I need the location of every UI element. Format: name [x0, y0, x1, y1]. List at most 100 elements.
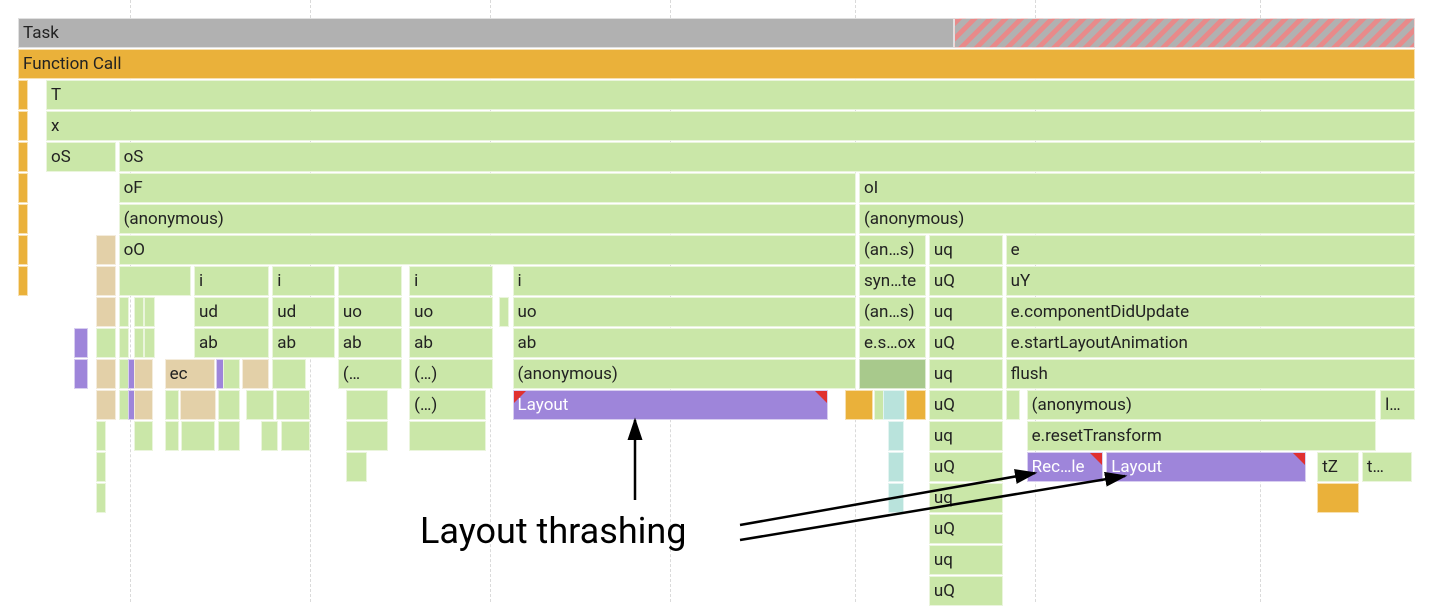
block[interactable]: [18, 111, 28, 141]
block-os[interactable]: oS: [119, 142, 1415, 172]
block[interactable]: [218, 390, 240, 420]
block-uq[interactable]: uQ: [929, 390, 1003, 420]
block[interactable]: [96, 235, 116, 265]
block-uq[interactable]: uQ: [929, 266, 1003, 296]
block[interactable]: [96, 483, 106, 513]
block[interactable]: [96, 390, 116, 420]
block[interactable]: [181, 421, 215, 451]
block[interactable]: [845, 390, 873, 420]
block[interactable]: [281, 421, 310, 451]
block[interactable]: [261, 421, 278, 451]
block-uo[interactable]: uo: [409, 297, 493, 327]
block[interactable]: [74, 328, 88, 358]
block-l[interactable]: l…: [1380, 390, 1415, 420]
block[interactable]: [409, 421, 486, 451]
block[interactable]: [906, 390, 926, 420]
block-ab[interactable]: ab: [513, 328, 857, 358]
block[interactable]: [119, 297, 129, 327]
block[interactable]: [18, 173, 28, 203]
block-cdu[interactable]: e.componentDidUpdate: [1006, 297, 1415, 327]
block[interactable]: [134, 421, 154, 451]
block[interactable]: [18, 80, 28, 110]
block[interactable]: [276, 390, 310, 420]
block[interactable]: [859, 359, 926, 389]
block-uy[interactable]: uY: [1006, 266, 1415, 296]
block-uq[interactable]: uq: [929, 359, 1003, 389]
block-ab[interactable]: ab: [194, 328, 269, 358]
block-ec[interactable]: ec: [165, 359, 215, 389]
block-ud[interactable]: ud: [272, 297, 335, 327]
block[interactable]: [242, 359, 270, 389]
block-paren[interactable]: (…): [409, 390, 486, 420]
block[interactable]: [1006, 390, 1020, 420]
block[interactable]: [18, 142, 28, 172]
block-uq[interactable]: uq: [929, 545, 1003, 575]
block[interactable]: [134, 297, 144, 327]
block-ans[interactable]: (an…s): [859, 297, 926, 327]
block-of[interactable]: oF: [119, 173, 857, 203]
task-block[interactable]: Task: [18, 18, 954, 48]
block[interactable]: [119, 359, 129, 389]
block-synte[interactable]: syn…te: [859, 266, 926, 296]
block[interactable]: [144, 328, 155, 358]
block[interactable]: [499, 297, 509, 327]
block[interactable]: [119, 266, 192, 296]
block-e[interactable]: e: [1006, 235, 1415, 265]
function-call-block[interactable]: Function Call: [18, 49, 1415, 79]
block-paren[interactable]: (…): [409, 359, 493, 389]
block-ab[interactable]: ab: [409, 328, 493, 358]
block-paren[interactable]: (…: [338, 359, 402, 389]
block-i[interactable]: i: [194, 266, 269, 296]
block-anon[interactable]: (anonymous): [513, 359, 857, 389]
block-anon[interactable]: (anonymous): [119, 204, 857, 234]
block-anon[interactable]: (anonymous): [1027, 390, 1376, 420]
block[interactable]: [165, 421, 179, 451]
block-uq[interactable]: uQ: [929, 514, 1003, 544]
block-uq[interactable]: uq: [929, 421, 1003, 451]
block-oo[interactable]: oO: [119, 235, 857, 265]
block[interactable]: [223, 359, 240, 389]
block[interactable]: [1317, 483, 1359, 513]
block[interactable]: [96, 452, 106, 482]
block[interactable]: [144, 297, 155, 327]
flame-chart[interactable]: Task Function Call T x oS oS oF oI (anon…: [18, 18, 1415, 607]
block-t[interactable]: T: [46, 80, 1415, 110]
block[interactable]: [346, 421, 388, 451]
block-uq[interactable]: uq: [929, 235, 1003, 265]
task-overflow[interactable]: [954, 18, 1415, 48]
block-uo[interactable]: uo: [513, 297, 857, 327]
block-ans[interactable]: (an…s): [859, 235, 926, 265]
block[interactable]: [165, 390, 179, 420]
block[interactable]: [18, 266, 28, 296]
block-tz[interactable]: tZ: [1317, 452, 1359, 482]
block-sla[interactable]: e.startLayoutAnimation: [1006, 328, 1415, 358]
block[interactable]: [246, 390, 274, 420]
recalc-style-block[interactable]: Rec…le: [1027, 452, 1104, 482]
block-reset[interactable]: e.resetTransform: [1027, 421, 1376, 451]
block-uq[interactable]: uq: [929, 297, 1003, 327]
block[interactable]: [134, 359, 154, 389]
block[interactable]: [18, 235, 28, 265]
block[interactable]: [96, 359, 116, 389]
layout-block[interactable]: Layout: [513, 390, 829, 420]
block-uo[interactable]: uo: [338, 297, 402, 327]
block[interactable]: [888, 452, 903, 482]
block[interactable]: [96, 266, 116, 296]
block[interactable]: [119, 328, 129, 358]
block-esox[interactable]: e.s…ox: [859, 328, 926, 358]
block[interactable]: [96, 297, 116, 327]
block[interactable]: [338, 266, 402, 296]
block[interactable]: [346, 452, 367, 482]
block[interactable]: [18, 204, 28, 234]
block-x[interactable]: x: [46, 111, 1415, 141]
layout-block[interactable]: Layout: [1106, 452, 1306, 482]
block[interactable]: [883, 390, 905, 420]
block[interactable]: [346, 390, 388, 420]
block-ab[interactable]: ab: [338, 328, 402, 358]
block[interactable]: [134, 328, 144, 358]
block-ud[interactable]: ud: [194, 297, 269, 327]
block-anon[interactable]: (anonymous): [859, 204, 1415, 234]
block[interactable]: [96, 328, 116, 358]
block[interactable]: [218, 421, 240, 451]
block[interactable]: [96, 421, 106, 451]
